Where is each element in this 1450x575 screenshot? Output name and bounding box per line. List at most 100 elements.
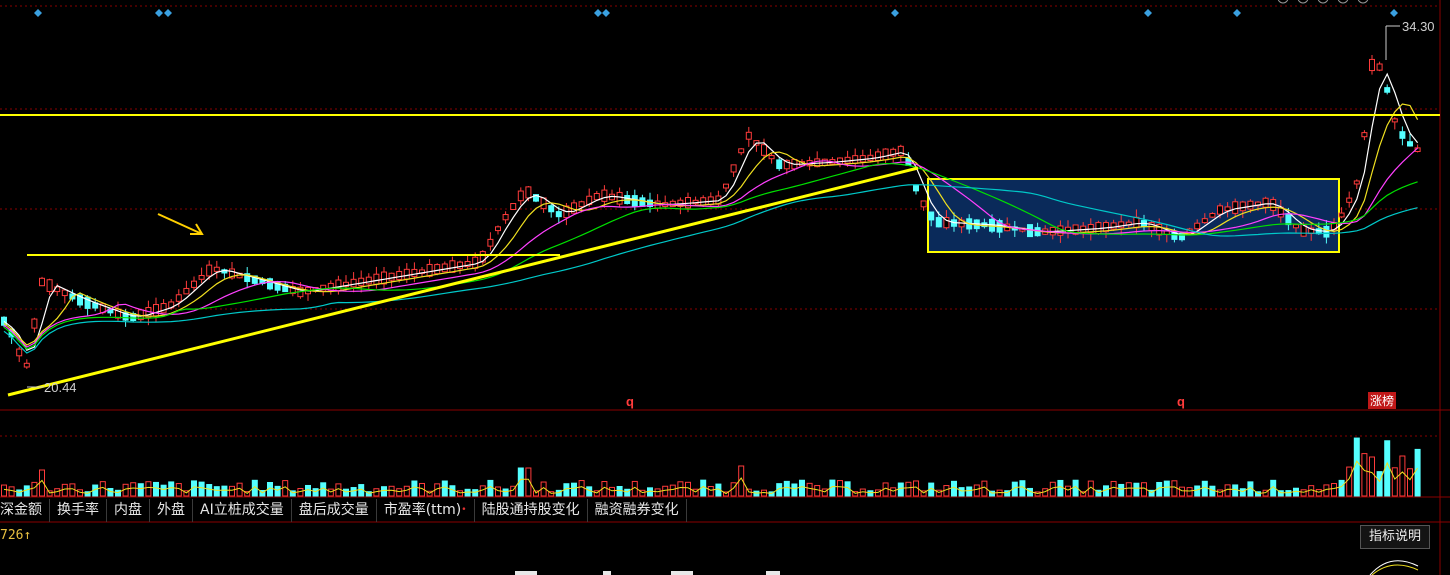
candle[interactable] bbox=[517, 187, 524, 206]
volume-bar[interactable] bbox=[411, 480, 418, 497]
volume-bar[interactable] bbox=[616, 485, 623, 497]
volume-bar[interactable] bbox=[951, 480, 957, 497]
volume-bar[interactable] bbox=[1239, 488, 1246, 497]
stock-chart[interactable] bbox=[0, 0, 1450, 575]
volume-bar[interactable] bbox=[958, 487, 965, 497]
tab-turnover[interactable]: 换手率 bbox=[50, 499, 107, 522]
volume-bar[interactable] bbox=[662, 485, 669, 497]
volume-bar[interactable] bbox=[1331, 483, 1337, 497]
candle[interactable] bbox=[449, 256, 456, 273]
volume-bar[interactable] bbox=[677, 481, 684, 497]
volume-bar[interactable] bbox=[487, 479, 494, 497]
candle[interactable] bbox=[464, 255, 471, 270]
candle[interactable] bbox=[776, 156, 783, 171]
volume-bar[interactable] bbox=[624, 488, 631, 497]
candle[interactable] bbox=[84, 295, 91, 316]
volume-bar[interactable] bbox=[1194, 485, 1201, 497]
tab-pe-ttm[interactable]: 市盈率(ttm)• bbox=[377, 499, 475, 522]
candle[interactable] bbox=[388, 272, 395, 288]
volume-bar[interactable] bbox=[814, 485, 821, 497]
volume-bar[interactable] bbox=[145, 481, 152, 497]
volume-bar[interactable] bbox=[1179, 486, 1185, 497]
volume-bar[interactable] bbox=[16, 489, 23, 497]
event-marker[interactable] bbox=[891, 9, 899, 17]
volume-bar[interactable] bbox=[1407, 468, 1413, 497]
event-marker[interactable] bbox=[594, 9, 602, 17]
volume-bar[interactable] bbox=[571, 482, 577, 497]
volume-bar[interactable] bbox=[206, 484, 213, 497]
volume-bar[interactable] bbox=[837, 480, 843, 497]
volume-bar[interactable] bbox=[388, 485, 395, 497]
volume-bar[interactable] bbox=[160, 484, 167, 497]
candle[interactable] bbox=[479, 250, 486, 265]
tab-northbound-holding[interactable]: 陆股通持股变化 bbox=[475, 499, 588, 522]
candle[interactable] bbox=[730, 164, 737, 177]
candle[interactable] bbox=[16, 346, 23, 363]
candle[interactable] bbox=[1346, 191, 1353, 208]
volume-bar[interactable] bbox=[578, 480, 585, 497]
volume-bar[interactable] bbox=[1125, 482, 1132, 497]
volume-bar[interactable] bbox=[1376, 471, 1383, 497]
volume-bar[interactable] bbox=[403, 485, 410, 497]
toolbar-icon[interactable] bbox=[1337, 0, 1349, 4]
candle[interactable] bbox=[305, 286, 311, 301]
volume-bar[interactable] bbox=[1065, 485, 1071, 497]
volume-bar[interactable] bbox=[1232, 484, 1239, 497]
event-marker[interactable] bbox=[155, 9, 163, 17]
event-marker[interactable] bbox=[1390, 9, 1398, 17]
volume-bar[interactable] bbox=[1110, 480, 1117, 497]
volume-bar[interactable] bbox=[305, 484, 311, 497]
tab-margin-trading[interactable]: 融资融券变化 bbox=[588, 499, 687, 522]
volume-bar[interactable] bbox=[1118, 483, 1125, 497]
volume-bar[interactable] bbox=[61, 483, 68, 497]
volume-bar[interactable] bbox=[1391, 467, 1398, 497]
candle[interactable] bbox=[411, 262, 418, 283]
candle[interactable] bbox=[39, 276, 45, 287]
volume-bar[interactable] bbox=[472, 489, 479, 497]
volume-bar[interactable] bbox=[198, 481, 205, 497]
candle[interactable] bbox=[191, 276, 197, 291]
candle[interactable] bbox=[61, 288, 68, 304]
candle[interactable] bbox=[548, 203, 555, 218]
volume-bar[interactable] bbox=[381, 486, 387, 497]
volume-bar[interactable] bbox=[1369, 456, 1375, 497]
volume-bar[interactable] bbox=[806, 482, 813, 497]
candle[interactable] bbox=[1369, 55, 1375, 75]
tab-after-hours-volume[interactable]: 盘后成交量 bbox=[292, 499, 377, 522]
volume-bar[interactable] bbox=[115, 489, 121, 497]
candle[interactable] bbox=[198, 267, 205, 283]
candle[interactable] bbox=[1391, 117, 1398, 130]
volume-bar[interactable] bbox=[130, 482, 137, 497]
volume-bar[interactable] bbox=[213, 486, 220, 497]
volume-bar[interactable] bbox=[229, 485, 235, 497]
volume-bar[interactable] bbox=[1171, 480, 1178, 497]
volume-bar[interactable] bbox=[31, 481, 38, 497]
candle[interactable] bbox=[814, 151, 821, 168]
candle[interactable] bbox=[350, 272, 357, 293]
volume-bar[interactable] bbox=[966, 486, 973, 497]
volume-bar[interactable] bbox=[654, 488, 661, 497]
volume-bar[interactable] bbox=[441, 480, 448, 497]
volume-bar[interactable] bbox=[707, 485, 714, 497]
volume-bar[interactable] bbox=[799, 479, 805, 497]
volume-bar[interactable] bbox=[396, 488, 403, 497]
candle[interactable] bbox=[1399, 126, 1406, 146]
volume-bar[interactable] bbox=[1201, 480, 1208, 497]
event-marker[interactable] bbox=[1144, 9, 1152, 17]
candle[interactable] bbox=[502, 211, 509, 224]
candle[interactable] bbox=[738, 148, 745, 156]
volume-bar[interactable] bbox=[890, 487, 897, 497]
candle[interactable] bbox=[441, 261, 448, 273]
volume-bar[interactable] bbox=[1414, 448, 1421, 497]
candle[interactable] bbox=[1384, 84, 1391, 95]
toolbar-icon[interactable] bbox=[1297, 0, 1309, 4]
volume-bar[interactable] bbox=[46, 490, 53, 497]
volume-bar[interactable] bbox=[1300, 489, 1307, 497]
volume-bar[interactable] bbox=[897, 482, 904, 497]
candle[interactable] bbox=[723, 183, 729, 192]
volume-bar[interactable] bbox=[1315, 489, 1322, 497]
volume-bar[interactable] bbox=[1057, 479, 1064, 497]
volume-bar[interactable] bbox=[495, 486, 501, 497]
candle[interactable] bbox=[46, 278, 53, 296]
volume-bar[interactable] bbox=[783, 480, 790, 497]
